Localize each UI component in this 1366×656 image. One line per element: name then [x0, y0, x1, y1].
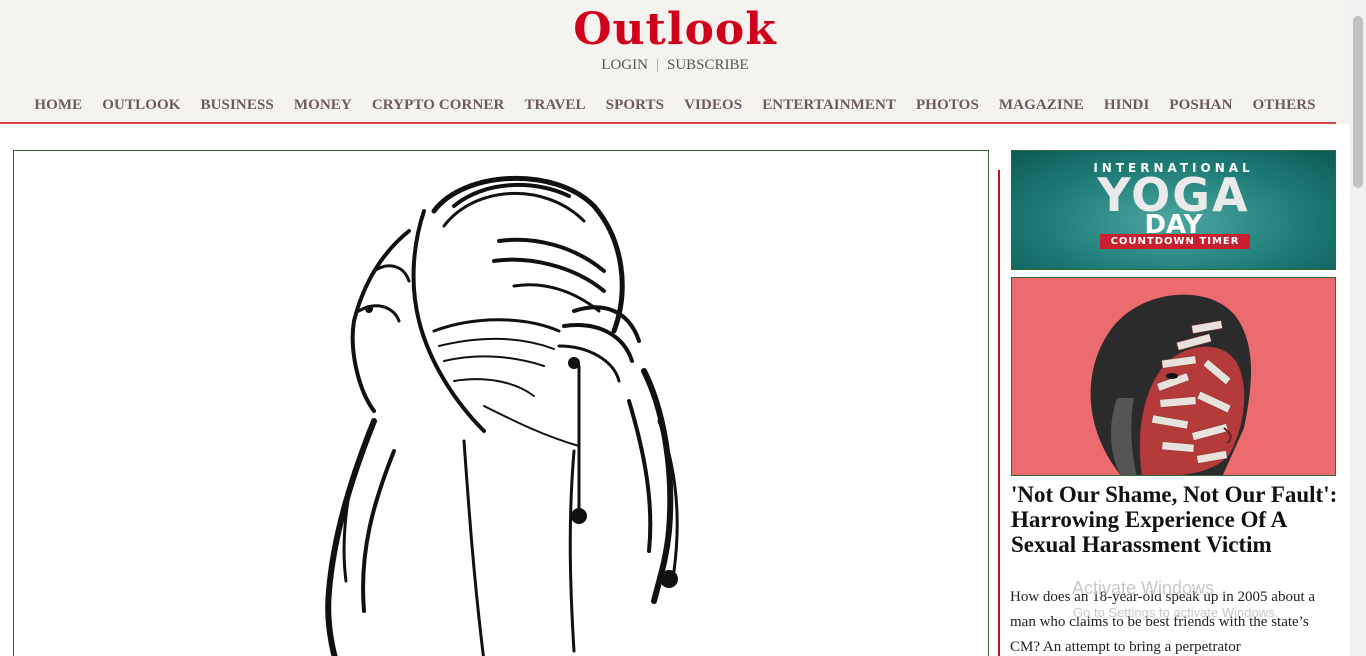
woman-portrait-illustration: [1090, 294, 1251, 475]
story-headline[interactable]: 'Not Our Shame, Not Our Fault': Harrowin…: [1011, 482, 1341, 557]
hero-illustration: [325, 175, 679, 656]
activate-windows-watermark: Activate Windows: [1072, 578, 1215, 598]
nav-item-photos[interactable]: PHOTOS: [916, 97, 979, 114]
page-scrollbar[interactable]: [1350, 0, 1366, 656]
nav-divider: [0, 122, 1336, 124]
yoga-day-ad-banner[interactable]: INTERNATIONAL YOGA DAY COUNTDOWN TIMER: [1011, 150, 1336, 270]
login-link[interactable]: LOGIN: [601, 57, 648, 73]
nav-item-home[interactable]: HOME: [34, 97, 82, 114]
nav-item-outlook[interactable]: OUTLOOK: [102, 97, 180, 114]
main-nav: HOME OUTLOOK BUSINESS MONEY CRYPTO CORNE…: [0, 97, 1350, 114]
nav-item-entertainment[interactable]: ENTERTAINMENT: [762, 97, 896, 114]
subscribe-link[interactable]: SUBSCRIBE: [667, 57, 749, 73]
nav-item-others[interactable]: OTHERS: [1253, 97, 1316, 114]
ad-line-countdown: COUNTDOWN TIMER: [1100, 234, 1250, 249]
site-header: Outlook LOGIN | SUBSCRIBE HOME OUTLOOK BUS…: [0, 0, 1350, 124]
nav-item-poshan[interactable]: POSHAN: [1169, 97, 1232, 114]
nav-item-videos[interactable]: VIDEOS: [684, 97, 742, 114]
nav-item-crypto-corner[interactable]: CRYPTO CORNER: [372, 97, 505, 114]
activate-windows-subtext: Go to Settings to activate Windows.: [1073, 605, 1279, 620]
nav-item-travel[interactable]: TRAVEL: [524, 97, 585, 114]
nav-item-money[interactable]: MONEY: [294, 97, 352, 114]
nav-item-business[interactable]: BUSINESS: [201, 97, 274, 114]
story-thumbnail[interactable]: [1011, 277, 1336, 476]
auth-links: LOGIN | SUBSCRIBE: [0, 57, 1350, 74]
auth-separator: |: [655, 57, 659, 73]
nav-item-sports[interactable]: SPORTS: [606, 97, 664, 114]
hero-image[interactable]: [13, 150, 989, 656]
outlook-logo[interactable]: Outlook: [0, 4, 1350, 55]
nav-item-magazine[interactable]: MAGAZINE: [999, 97, 1084, 114]
nav-item-hindi[interactable]: HINDI: [1104, 97, 1150, 114]
scrollbar-thumb[interactable]: [1353, 16, 1363, 188]
sidebar-divider: [998, 170, 1000, 656]
